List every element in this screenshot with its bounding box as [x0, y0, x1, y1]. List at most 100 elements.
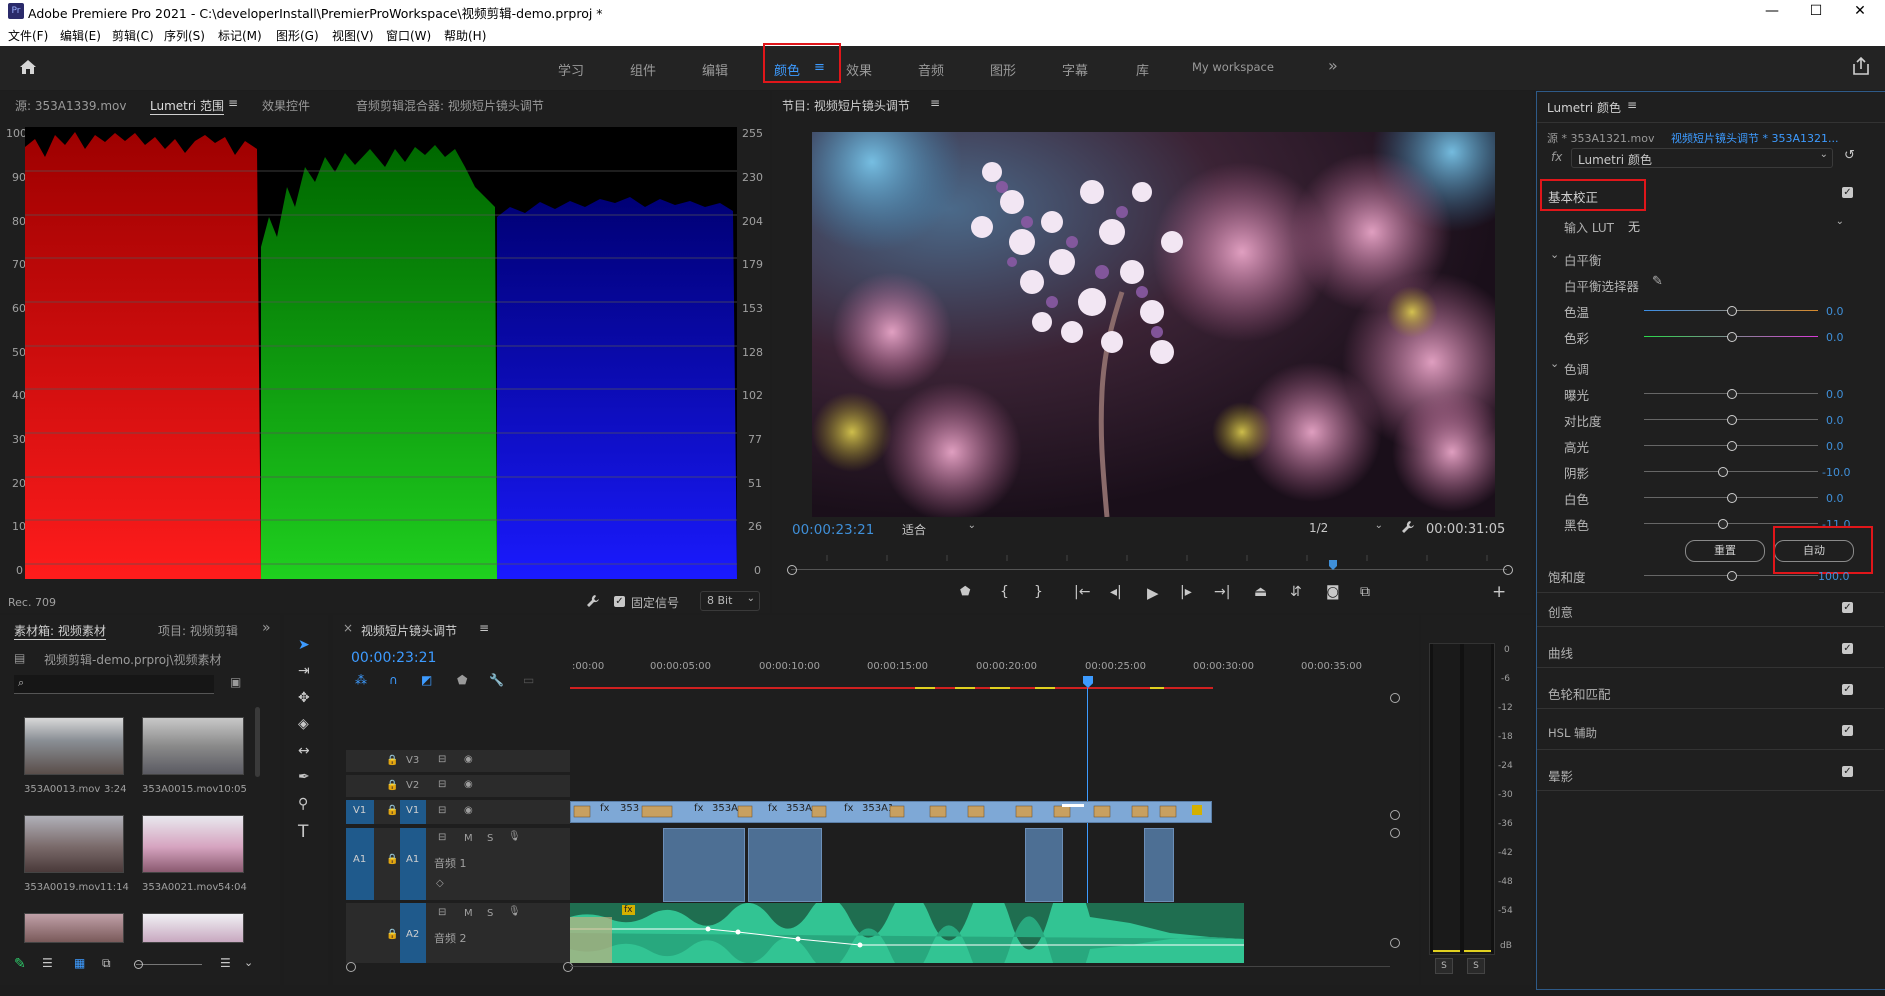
solo-left-button[interactable]: S — [1435, 958, 1453, 974]
tab-lumetri-scopes[interactable]: Lumetri 范围 — [150, 97, 224, 115]
shadows-value[interactable]: -10.0 — [1822, 466, 1850, 479]
shadows-slider-track[interactable] — [1644, 471, 1818, 472]
zoom-slider[interactable] — [136, 964, 202, 965]
snap-icon[interactable]: ⁂ — [355, 673, 367, 687]
program-settings-wrench-icon[interactable] — [1400, 519, 1416, 535]
sync-lock-icon[interactable]: ⊟ — [438, 832, 446, 843]
scrubber-start-handle[interactable] — [787, 565, 797, 575]
sort-icon[interactable]: ☰ — [220, 956, 231, 970]
creative-toggle[interactable]: ✓ — [1842, 602, 1853, 613]
lock-icon[interactable]: 🔒 — [386, 755, 398, 766]
mute-button[interactable]: M — [464, 908, 473, 919]
tab-bin[interactable]: 素材箱: 视频素材 — [14, 622, 106, 640]
eye-icon[interactable]: ◉ — [464, 779, 473, 790]
section-vignette[interactable]: 晕影 — [1548, 766, 1573, 785]
lift-icon[interactable]: ⏏ — [1254, 584, 1267, 600]
minimize-button[interactable]: — — [1758, 1, 1786, 21]
sync-lock-icon[interactable]: ⊟ — [438, 907, 446, 918]
captions-icon[interactable]: ▭ — [523, 673, 534, 687]
audio-clip[interactable] — [663, 828, 745, 902]
whites-value[interactable]: 0.0 — [1826, 492, 1844, 505]
hsl-secondary-toggle[interactable]: ✓ — [1842, 725, 1853, 736]
track-target-v1[interactable]: V1 — [400, 800, 426, 824]
menu-sequence[interactable]: 序列(S) — [164, 27, 205, 44]
effect-select[interactable]: Lumetri 颜色 ⌄ — [1571, 148, 1833, 168]
menu-edit[interactable]: 编辑(E) — [60, 27, 101, 44]
section-hsl-secondary[interactable]: HSL 辅助 — [1548, 725, 1597, 741]
bin-search-input[interactable]: ⌕ — [14, 675, 214, 694]
color-wheels-toggle[interactable]: ✓ — [1842, 684, 1853, 695]
marker-icon[interactable]: ⬟ — [960, 584, 970, 598]
freeform-view-icon[interactable]: ⧉ — [102, 956, 111, 971]
pen-tool-icon[interactable]: ✒ — [298, 769, 310, 785]
sync-lock-icon[interactable]: ⊟ — [438, 805, 446, 816]
vignette-toggle[interactable]: ✓ — [1842, 766, 1853, 777]
mark-out-icon[interactable]: } — [1034, 584, 1043, 600]
menu-help[interactable]: 帮助(H) — [444, 27, 486, 44]
sync-lock-icon[interactable]: ⊟ — [438, 779, 446, 790]
workspace-custom[interactable]: My workspace — [1192, 60, 1274, 74]
ripple-edit-tool-icon[interactable]: ✥ — [298, 690, 310, 706]
shadows-slider-knob[interactable] — [1718, 467, 1728, 477]
lumetri-title[interactable]: Lumetri 颜色 — [1547, 99, 1621, 116]
wrench-icon[interactable] — [585, 593, 601, 609]
sequence-menu-icon[interactable]: ≡ — [479, 621, 489, 635]
eye-icon[interactable]: ◉ — [464, 805, 473, 816]
mark-in-icon[interactable]: { — [1000, 584, 1009, 600]
clip-thumbnail[interactable] — [142, 815, 244, 873]
clip-thumbnail[interactable] — [142, 913, 244, 943]
clip-thumbnail[interactable] — [24, 815, 124, 873]
source-clip-selector[interactable]: 源 * 353A1321.mov — [1547, 130, 1654, 146]
tint-value[interactable]: 0.0 — [1826, 331, 1844, 344]
highlights-slider-knob[interactable] — [1727, 441, 1737, 451]
program-timecode[interactable]: 00:00:23:21 — [792, 522, 874, 538]
solo-right-button[interactable]: S — [1467, 958, 1485, 974]
clip-thumbnail[interactable] — [142, 717, 244, 775]
sync-lock-icon[interactable]: ⊟ — [438, 754, 446, 765]
resolution-select[interactable]: 1/2 ⌄ — [1305, 520, 1385, 538]
menu-file[interactable]: 文件(F) — [8, 27, 48, 44]
lock-icon[interactable]: 🔒 — [386, 854, 398, 865]
close-button[interactable]: ✕ — [1846, 1, 1874, 21]
horizontal-scrollbar[interactable] — [570, 966, 1390, 967]
blacks-slider-track[interactable] — [1644, 523, 1818, 524]
marker-icon[interactable]: ⬟ — [457, 673, 467, 687]
menu-window[interactable]: 窗口(W) — [386, 27, 431, 44]
go-to-in-icon[interactable]: |← — [1074, 584, 1090, 600]
program-scrubber[interactable] — [787, 560, 1513, 578]
tab-source[interactable]: 源: 353A1339.mov — [15, 97, 126, 114]
whites-slider-knob[interactable] — [1727, 493, 1737, 503]
chevron-down-icon[interactable]: ⌄ — [1550, 248, 1559, 261]
workspace-graphics[interactable]: 图形 — [990, 60, 1016, 79]
saturation-value[interactable]: 100.0 — [1818, 570, 1850, 583]
source-patch-v1[interactable]: V1 — [346, 800, 374, 824]
tab-menu-icon[interactable]: ≡ — [228, 96, 238, 110]
close-sequence-icon[interactable]: × — [343, 621, 353, 635]
chevron-down-icon[interactable]: ⌄ — [1550, 357, 1559, 370]
track-target-a1[interactable]: A1 — [400, 828, 426, 900]
step-forward-icon[interactable]: |▸ — [1180, 584, 1192, 600]
temperature-slider-knob[interactable] — [1727, 306, 1737, 316]
lock-icon[interactable]: 🔒 — [386, 805, 398, 816]
fit-select[interactable]: 适合 ⌄ — [898, 520, 978, 538]
audio-clip[interactable] — [1025, 828, 1063, 902]
maximize-button[interactable]: ☐ — [1802, 1, 1830, 21]
tab-audio-clip-mixer[interactable]: 音频剪辑混合器: 视频短片镜头调节 — [356, 97, 544, 114]
tab-project[interactable]: 项目: 视频剪辑 — [158, 622, 238, 639]
workspace-libraries[interactable]: 库 — [1136, 60, 1149, 79]
eyedropper-icon[interactable]: ✎ — [1652, 274, 1663, 289]
contrast-slider-knob[interactable] — [1727, 415, 1737, 425]
vertical-zoom-handle[interactable] — [1390, 693, 1400, 703]
track-select-tool-icon[interactable]: ⇥ — [298, 663, 310, 679]
add-button-icon[interactable]: + — [1492, 582, 1506, 602]
highlights-value[interactable]: 0.0 — [1826, 440, 1844, 453]
clip-thumbnail[interactable] — [24, 913, 124, 943]
lock-icon[interactable]: 🔒 — [386, 780, 398, 791]
input-lut-select[interactable]: 无 ⌄ — [1622, 216, 1848, 234]
source-patch-a1[interactable]: A1 — [346, 828, 374, 900]
timeline-ruler[interactable]: :00:00 00:00:05:00 00:00:10:00 00:00:15:… — [570, 658, 1400, 698]
razor-tool-icon[interactable]: ◈ — [298, 716, 309, 732]
tab-effect-controls[interactable]: 效果控件 — [262, 97, 310, 114]
sequence-clip-selector[interactable]: 视频短片镜头调节 * 353A1321... — [1671, 130, 1839, 146]
linked-selection-icon[interactable]: ∩ — [389, 673, 398, 687]
